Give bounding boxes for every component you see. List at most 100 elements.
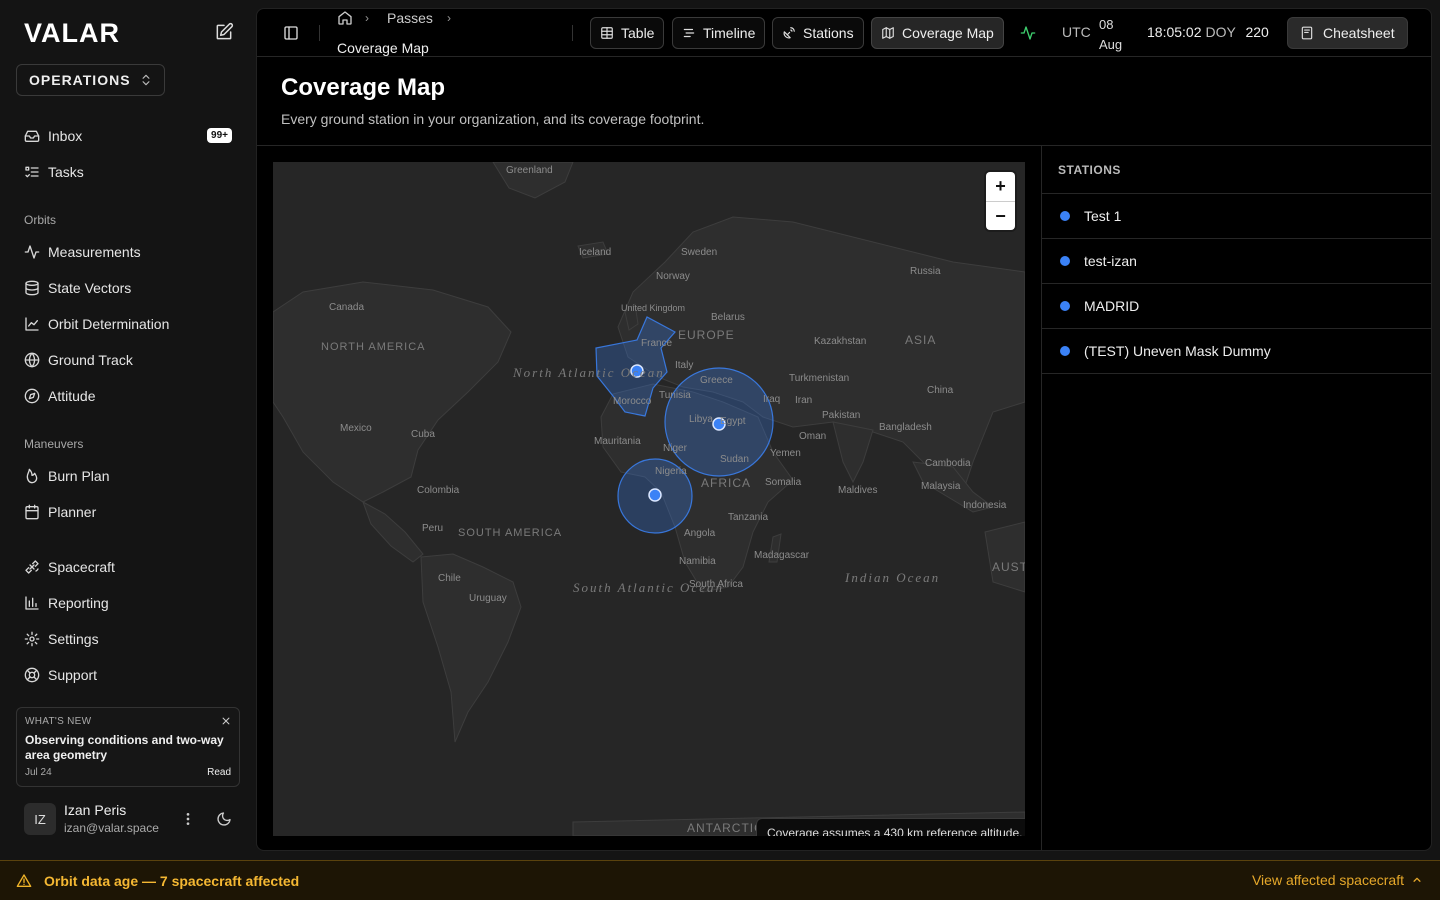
compose-icon[interactable] <box>214 22 234 42</box>
sidebar-item-tasks[interactable]: Tasks <box>16 157 240 187</box>
avatar: IZ <box>24 803 56 835</box>
view-stations-button[interactable]: Stations <box>772 17 864 49</box>
sidebar-item-label: Support <box>48 667 98 683</box>
clock-time: 18:05:02 <box>1147 24 1202 40</box>
map-ocean-label: South Atlantic Ocean <box>573 580 724 595</box>
map-label: Chile <box>438 573 461 584</box>
map-label: Angola <box>684 528 716 539</box>
map-label: Mauritania <box>594 436 641 447</box>
map-label: United Kingdom <box>621 303 685 313</box>
view-coverage-map-label: Coverage Map <box>902 25 994 41</box>
map-label: Malaysia <box>921 481 961 492</box>
doy-value: 220 <box>1245 24 1269 40</box>
more-vertical-icon[interactable] <box>180 811 196 827</box>
sidebar-item-label: Tasks <box>48 164 84 180</box>
whats-new-heading: WHAT'S NEW <box>25 716 92 727</box>
sidebar-item-label: Orbit Determination <box>48 316 170 332</box>
map-region-label: EUROPE <box>678 328 735 342</box>
cheatsheet-label: Cheatsheet <box>1323 25 1395 41</box>
map-label: Cambodia <box>925 458 971 469</box>
sidebar-item-support[interactable]: Support <box>16 660 240 690</box>
sidebar-item-label: Burn Plan <box>48 468 110 484</box>
sidebar-item-label: Inbox <box>48 128 83 144</box>
user-menu[interactable]: IZ Izan Peris izan@valar.space <box>24 800 240 840</box>
chevron-right-icon: › <box>447 11 451 25</box>
banner-message: Orbit data age — 7 spacecraft affected <box>44 872 300 889</box>
close-icon[interactable] <box>221 716 231 726</box>
station-row[interactable]: (TEST) Uneven Mask Dummy <box>1042 329 1431 374</box>
coverage-map[interactable]: Greenland Iceland Sweden Norway Russia C… <box>273 162 1025 836</box>
view-coverage-map-button[interactable]: Coverage Map <box>871 17 1004 49</box>
map-label: Yemen <box>770 448 801 459</box>
station-name: test-izan <box>1084 253 1137 269</box>
map-label: Oman <box>799 431 826 442</box>
stations-panel: STATIONS Test 1 test-izan MADRID (TEST) … <box>1041 146 1431 850</box>
valar-logo[interactable]: VALAR <box>24 18 120 49</box>
view-timeline-label: Timeline <box>703 25 756 41</box>
zoom-in-button[interactable]: + <box>986 172 1015 201</box>
view-table-button[interactable]: Table <box>590 17 665 49</box>
map-label: Bangladesh <box>879 422 932 433</box>
station-row[interactable]: test-izan <box>1042 239 1431 284</box>
map-label: Colombia <box>417 485 460 496</box>
zoom-out-button[interactable]: − <box>986 201 1015 230</box>
land-india <box>832 421 874 484</box>
tasks-icon <box>24 164 40 180</box>
land-central-america <box>362 500 424 563</box>
warning-icon <box>16 873 32 889</box>
sidebar-item-orbit-determination[interactable]: Orbit Determination <box>16 309 240 339</box>
org-switcher[interactable]: OPERATIONS <box>16 64 165 96</box>
divider <box>572 25 573 41</box>
station-dot <box>1060 346 1070 356</box>
station-name: Test 1 <box>1084 208 1122 224</box>
page-subtitle: Every ground station in your organizatio… <box>281 111 705 127</box>
book-icon <box>1300 26 1314 40</box>
map-label: Indonesia <box>963 500 1007 511</box>
sidebar-item-spacecraft[interactable]: Spacecraft <box>16 552 240 582</box>
station-row[interactable]: Test 1 <box>1042 194 1431 239</box>
map-label: Uruguay <box>469 593 507 604</box>
sidebar-item-label: Ground Track <box>48 352 133 368</box>
map-label: Tanzania <box>728 512 768 523</box>
sidebar-toggle-icon[interactable] <box>283 25 299 41</box>
map-label: Libya <box>689 414 713 425</box>
map-label: Egypt <box>720 416 746 427</box>
view-affected-spacecraft-link[interactable]: View affected spacecraft <box>1252 872 1422 888</box>
cheatsheet-button[interactable]: Cheatsheet <box>1287 17 1408 49</box>
map-label: Namibia <box>679 556 716 567</box>
sidebar-item-burn-plan[interactable]: Burn Plan <box>16 461 240 491</box>
sidebar-item-settings[interactable]: Settings <box>16 624 240 654</box>
sidebar-item-inbox[interactable]: Inbox 99+ <box>16 121 240 151</box>
activity-icon <box>24 244 40 260</box>
breadcrumb-passes[interactable]: Passes <box>387 10 433 26</box>
sidebar-item-measurements[interactable]: Measurements <box>16 237 240 267</box>
inbox-count-badge: 99+ <box>207 128 232 143</box>
station-row[interactable]: MADRID <box>1042 284 1431 329</box>
bar-chart-icon <box>24 595 40 611</box>
map-ocean-label: Indian Ocean <box>844 570 940 585</box>
sidebar-item-ground-track[interactable]: Ground Track <box>16 345 240 375</box>
map-label: Madagascar <box>754 550 810 561</box>
sidebar-item-attitude[interactable]: Attitude <box>16 381 240 411</box>
view-timeline-button[interactable]: Timeline <box>672 17 766 49</box>
date-day: 08 <box>1099 17 1114 32</box>
map-ocean-label: North Atlantic Ocean <box>512 365 665 380</box>
moon-icon[interactable] <box>216 811 232 827</box>
station-dot <box>1060 256 1070 266</box>
antenna-icon <box>782 26 796 40</box>
sidebar-item-state-vectors[interactable]: State Vectors <box>16 273 240 303</box>
map-label: Sudan <box>720 454 749 465</box>
user-email: izan@valar.space <box>64 821 159 835</box>
whats-new-card[interactable]: WHAT'S NEW Observing conditions and two-… <box>16 707 240 787</box>
calendar-icon <box>24 504 40 520</box>
whats-new-read-link[interactable]: Read <box>207 767 231 778</box>
map-label: Sweden <box>681 247 717 258</box>
home-icon[interactable] <box>337 10 353 26</box>
map-label: Greece <box>700 375 733 386</box>
sidebar-item-reporting[interactable]: Reporting <box>16 588 240 618</box>
map-label: Kazakhstan <box>814 336 866 347</box>
compass-icon <box>24 388 40 404</box>
satellite-icon <box>24 559 40 575</box>
map-region-label: ASIA <box>905 333 936 347</box>
sidebar-item-planner[interactable]: Planner <box>16 497 240 527</box>
